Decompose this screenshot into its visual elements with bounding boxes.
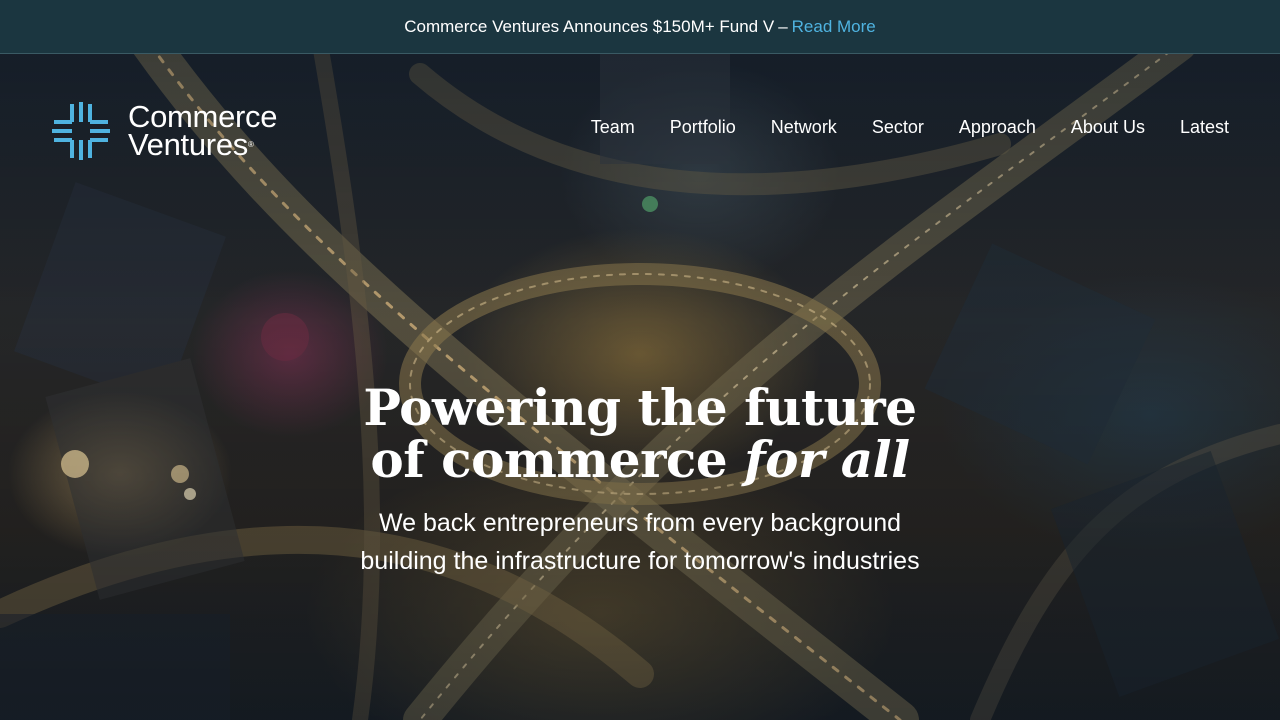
hero-headline: Powering the future of commerce for all [0, 382, 1280, 486]
brand-line2-text: Ventures [128, 127, 248, 162]
brand-wordmark: Commerce Ventures® [128, 101, 277, 160]
nav-item-sector[interactable]: Sector [872, 117, 924, 138]
brand-logo[interactable]: Commerce Ventures® [50, 100, 277, 162]
headline-line1: Powering the future [363, 378, 917, 437]
nav-item-network[interactable]: Network [771, 117, 837, 138]
read-more-link[interactable]: Read More [792, 17, 876, 37]
nav-item-approach[interactable]: Approach [959, 117, 1036, 138]
hero-subheading: We back entrepreneurs from every backgro… [360, 509, 920, 575]
headline-line2-prefix: of commerce [370, 430, 745, 489]
nav-item-team[interactable]: Team [591, 117, 635, 138]
registered-mark: ® [247, 140, 254, 149]
commerce-ventures-mark-icon [52, 102, 110, 160]
headline-line2-italic: for all [744, 430, 910, 489]
nav-item-latest[interactable]: Latest [1180, 117, 1229, 138]
brand-line2: Ventures® [128, 129, 277, 160]
nav-item-portfolio[interactable]: Portfolio [670, 117, 736, 138]
announcement-bar: Commerce Ventures Announces $150M+ Fund … [0, 0, 1280, 54]
nav-item-about-us[interactable]: About Us [1071, 117, 1145, 138]
announcement-separator: – [778, 16, 788, 36]
main-nav: Team Portfolio Network Sector Approach A… [591, 117, 1229, 138]
announcement-text: Commerce Ventures Announces $150M+ Fund … [404, 16, 775, 36]
